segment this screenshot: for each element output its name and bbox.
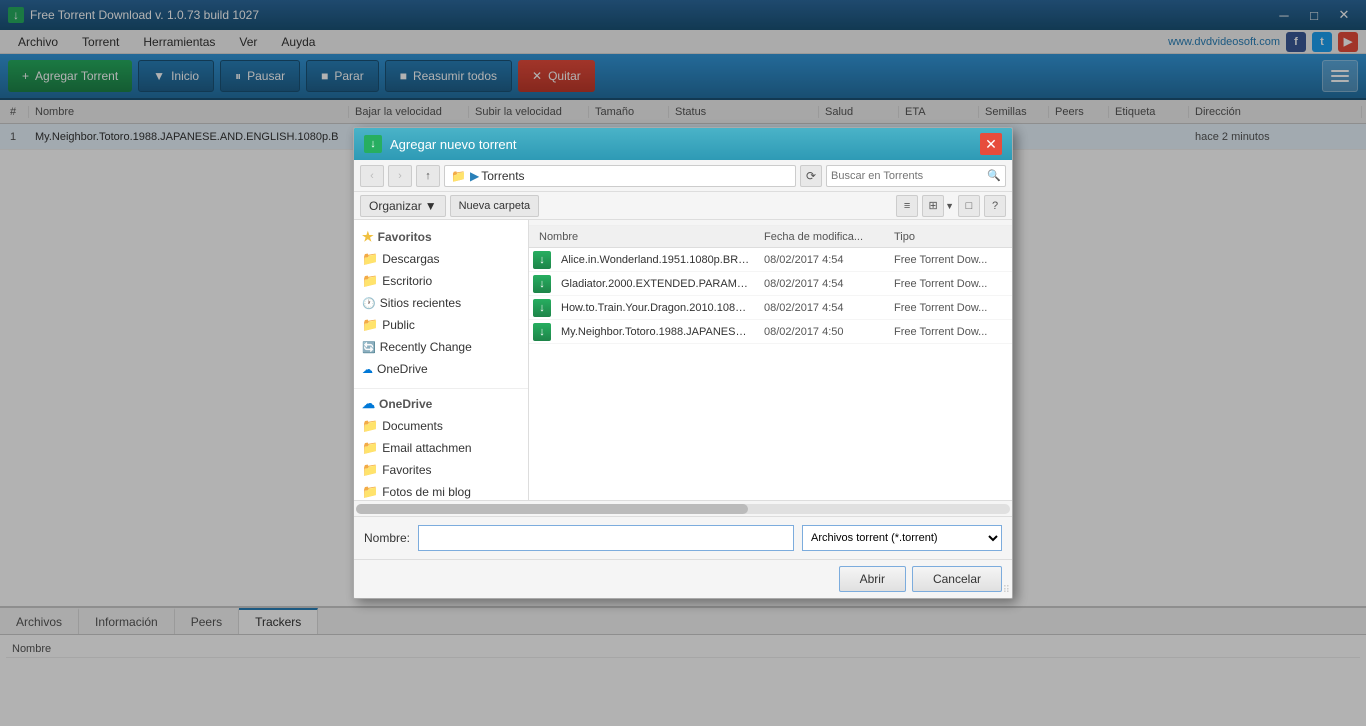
col-fecha[interactable]: Fecha de modifica... (758, 231, 888, 243)
torrent-file-icon: ↓ (533, 251, 551, 269)
organize-button[interactable]: Organizar ▼ (360, 195, 446, 217)
preview-button[interactable]: □ (958, 195, 980, 217)
dialog-close-button[interactable]: ✕ (980, 133, 1002, 155)
folder-icon: 📁 (362, 440, 378, 456)
path-arrow: ▶ (470, 169, 479, 183)
file-name: My.Neighbor.Totoro.1988.JAPANESE.AN... (555, 326, 758, 338)
sidebar-item-descargas[interactable]: 📁 Descargas (354, 248, 528, 270)
file-item[interactable]: ↓ Gladiator.2000.EXTENDED.PARAMOUNT.... … (529, 272, 1012, 296)
sidebar-item-recently-change[interactable]: 🔄 Recently Change (354, 336, 528, 358)
open-button[interactable]: Abrir (839, 566, 906, 592)
dialog-actions: Abrir Cancelar (354, 559, 1012, 598)
dialog-filename-row: Nombre: Archivos torrent (*.torrent) (354, 516, 1012, 559)
file-date: 08/02/2017 4:54 (758, 254, 888, 266)
file-date: 08/02/2017 4:54 (758, 278, 888, 290)
file-item[interactable]: ↓ My.Neighbor.Totoro.1988.JAPANESE.AN...… (529, 320, 1012, 344)
view-toggle-button[interactable]: ≡ (896, 195, 918, 217)
dialog-resize-handle[interactable]: ⠿ (998, 584, 1012, 598)
nav-up-button[interactable]: ↑ (416, 165, 440, 187)
sidebar-item-sitios-recientes[interactable]: 🕐 Sitios recientes (354, 292, 528, 314)
path-folder-icon: 📁 (451, 169, 466, 183)
file-name: How.to.Train.Your.Dragon.2010.1080p.Bl..… (555, 302, 758, 314)
nav-forward-button[interactable]: › (388, 165, 412, 187)
folder-icon: 📁 (362, 273, 378, 289)
folder-icon: 📁 (362, 418, 378, 434)
favorites-section: ★ Favoritos 📁 Descargas 📁 Escritorio 🕐 S… (354, 224, 528, 382)
sidebar-item-documents[interactable]: 📁 Documents (354, 415, 528, 437)
dialog-title-text: Agregar nuevo torrent (390, 137, 516, 152)
view-options: ⊞ ▼ (922, 195, 954, 217)
file-name: Alice.in.Wonderland.1951.1080p.BRRip.x2.… (555, 254, 758, 266)
file-date: 08/02/2017 4:50 (758, 326, 888, 338)
sidebar-item-favorites[interactable]: 📁 Favorites (354, 459, 528, 481)
filename-label: Nombre: (364, 531, 410, 545)
sidebar-item-onedrive[interactable]: ☁ OneDrive (354, 358, 528, 380)
onedrive-icon: ☁ (362, 363, 373, 376)
onedrive-section: ☁ OneDrive 📁 Documents 📁 Email attachmen… (354, 388, 528, 500)
folder-icon: 📁 (362, 317, 378, 333)
clock-icon: 🕐 (362, 297, 376, 310)
sidebar-item-escritorio[interactable]: 📁 Escritorio (354, 270, 528, 292)
onedrive-header: ☁ OneDrive (354, 393, 528, 415)
file-type: Free Torrent Dow... (888, 326, 1008, 338)
sidebar-item-public[interactable]: 📁 Public (354, 314, 528, 336)
sidebar-item-fotos[interactable]: 📁 Fotos de mi blog (354, 481, 528, 500)
folder-icon: 📁 (362, 484, 378, 500)
path-bar[interactable]: 📁 ▶ Torrents (444, 165, 796, 187)
col-tipo[interactable]: Tipo (888, 231, 1008, 243)
onedrive-cloud-icon: ☁ (362, 396, 375, 412)
add-torrent-dialog: ↓ Agregar nuevo torrent ✕ ‹ › ↑ 📁 ▶ Torr… (353, 127, 1013, 599)
file-item[interactable]: ↓ Alice.in.Wonderland.1951.1080p.BRRip.x… (529, 248, 1012, 272)
dialog-titlebar: ↓ Agregar nuevo torrent ✕ (354, 128, 1012, 160)
path-text: Torrents (481, 169, 524, 183)
scroll-track (356, 504, 1010, 514)
torrent-file-icon: ↓ (533, 275, 551, 293)
view-chevron-icon: ▼ (945, 201, 954, 211)
file-type: Free Torrent Dow... (888, 302, 1008, 314)
scroll-thumb[interactable] (356, 504, 748, 514)
dialog-overlay: ↓ Agregar nuevo torrent ✕ ‹ › ↑ 📁 ▶ Torr… (0, 0, 1366, 726)
view-details-button[interactable]: ⊞ (922, 195, 944, 217)
dialog-title-left: ↓ Agregar nuevo torrent (364, 135, 516, 153)
dialog-toolbar: Organizar ▼ Nueva carpeta ≡ ⊞ ▼ □ ? (354, 192, 1012, 220)
favorites-header: ★ Favoritos (354, 226, 528, 248)
folder-icon: 📁 (362, 462, 378, 478)
organize-chevron-icon: ▼ (425, 199, 437, 213)
col-nombre[interactable]: Nombre (533, 231, 758, 243)
file-name: Gladiator.2000.EXTENDED.PARAMOUNT.... (555, 278, 758, 290)
file-browser: ★ Favoritos 📁 Descargas 📁 Escritorio 🕐 S… (354, 220, 1012, 500)
file-type: Free Torrent Dow... (888, 278, 1008, 290)
refresh-button[interactable]: ⟳ (800, 165, 822, 187)
dialog-nav: ‹ › ↑ 📁 ▶ Torrents ⟳ 🔍 (354, 160, 1012, 192)
filetype-select[interactable]: Archivos torrent (*.torrent) (802, 525, 1002, 551)
new-folder-button[interactable]: Nueva carpeta (450, 195, 540, 217)
file-list-header: Nombre Fecha de modifica... Tipo (529, 226, 1012, 248)
search-box: 🔍 (826, 165, 1006, 187)
recent-icon: 🔄 (362, 341, 376, 354)
horizontal-scrollbar[interactable] (354, 500, 1012, 516)
folder-icon: 📁 (362, 251, 378, 267)
sidebar-tree: ★ Favoritos 📁 Descargas 📁 Escritorio 🕐 S… (354, 220, 529, 500)
sidebar-item-email[interactable]: 📁 Email attachmen (354, 437, 528, 459)
star-icon: ★ (362, 229, 374, 245)
nav-back-button[interactable]: ‹ (360, 165, 384, 187)
cancel-button[interactable]: Cancelar (912, 566, 1002, 592)
filename-input[interactable] (418, 525, 794, 551)
help-button[interactable]: ? (984, 195, 1006, 217)
search-icon: 🔍 (987, 169, 1001, 182)
file-type: Free Torrent Dow... (888, 254, 1008, 266)
dialog-app-icon: ↓ (364, 135, 382, 153)
file-list: Nombre Fecha de modifica... Tipo ↓ Alice… (529, 220, 1012, 500)
torrent-file-icon: ↓ (533, 323, 551, 341)
file-item[interactable]: ↓ How.to.Train.Your.Dragon.2010.1080p.Bl… (529, 296, 1012, 320)
file-date: 08/02/2017 4:54 (758, 302, 888, 314)
search-input[interactable] (831, 170, 987, 182)
torrent-file-icon: ↓ (533, 299, 551, 317)
